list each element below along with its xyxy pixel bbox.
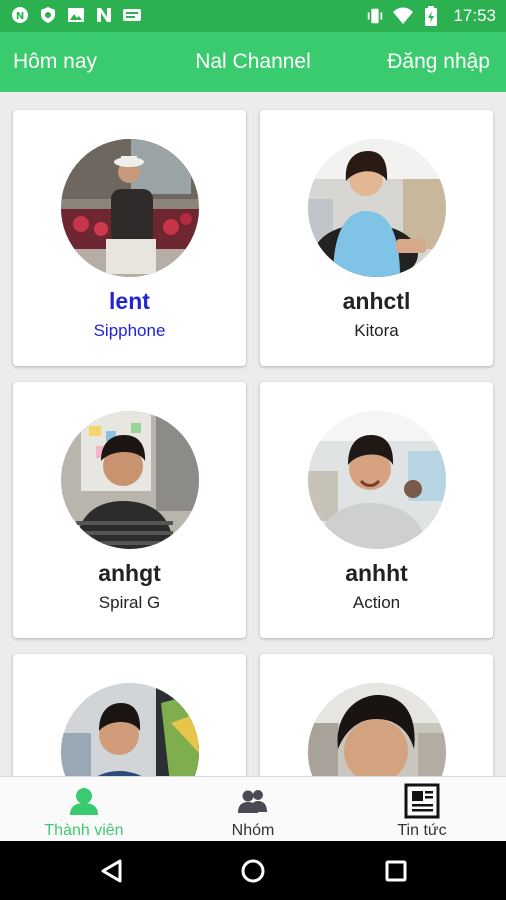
avatar (308, 683, 446, 776)
avatar (61, 683, 199, 776)
today-link[interactable]: Hôm nay (13, 50, 97, 74)
app-bar: Nal Channel Hôm nay Đăng nhập (0, 32, 506, 92)
member-username: lent (109, 288, 150, 314)
member-card-anhht[interactable]: anhht Action (260, 382, 493, 638)
n-logo-icon (94, 5, 114, 25)
battery-icon (421, 6, 441, 26)
member-card-anhctl[interactable]: anhctl Kitora (260, 110, 493, 366)
back-icon[interactable] (96, 855, 128, 887)
circle-n-icon: N (10, 5, 30, 25)
nav-groups[interactable]: Nhóm (169, 777, 337, 842)
member-group: Sipphone (93, 321, 166, 340)
member-grid[interactable]: lent Sipphone anhctl Kitora anhgt Spiral… (0, 92, 506, 776)
home-icon[interactable] (237, 855, 269, 887)
nav-groups-label: Nhóm (231, 822, 275, 839)
member-group: Spiral G (98, 593, 161, 612)
group-icon (233, 783, 273, 819)
member-username: anhgt (98, 560, 161, 586)
avatar (308, 139, 446, 277)
avatar (61, 411, 199, 549)
member-card[interactable] (13, 654, 246, 776)
member-card-lent[interactable]: lent Sipphone (13, 110, 246, 366)
message-icon (122, 5, 142, 25)
member-username: anhctl (342, 288, 411, 314)
status-bar: N 17:53 (0, 0, 506, 32)
member-card-anhgt[interactable]: anhgt Spiral G (13, 382, 246, 638)
nav-news-label: Tin tức (397, 822, 447, 839)
avatar (61, 139, 199, 277)
nav-members-label: Thành viên (44, 822, 124, 839)
wifi-icon (393, 6, 414, 26)
login-link[interactable]: Đăng nhập (387, 50, 490, 74)
image-icon (66, 5, 86, 25)
nav-members[interactable]: Thành viên (0, 777, 168, 842)
member-username: anhht (345, 560, 408, 586)
vibrate-icon (365, 6, 385, 26)
shield-icon (38, 5, 58, 25)
nav-news[interactable]: Tin tức (338, 777, 506, 842)
person-icon (64, 783, 104, 819)
bottom-nav: Thành viên Nhóm Tin tức (0, 776, 506, 842)
avatar (308, 411, 446, 549)
clock: 17:53 (453, 6, 496, 25)
member-group: Kitora (354, 321, 399, 340)
svg-text:N: N (16, 11, 24, 22)
member-card[interactable] (260, 654, 493, 776)
recents-icon[interactable] (380, 855, 412, 887)
news-icon (402, 783, 442, 819)
member-group: Action (352, 593, 401, 612)
system-nav-bar (0, 841, 506, 900)
